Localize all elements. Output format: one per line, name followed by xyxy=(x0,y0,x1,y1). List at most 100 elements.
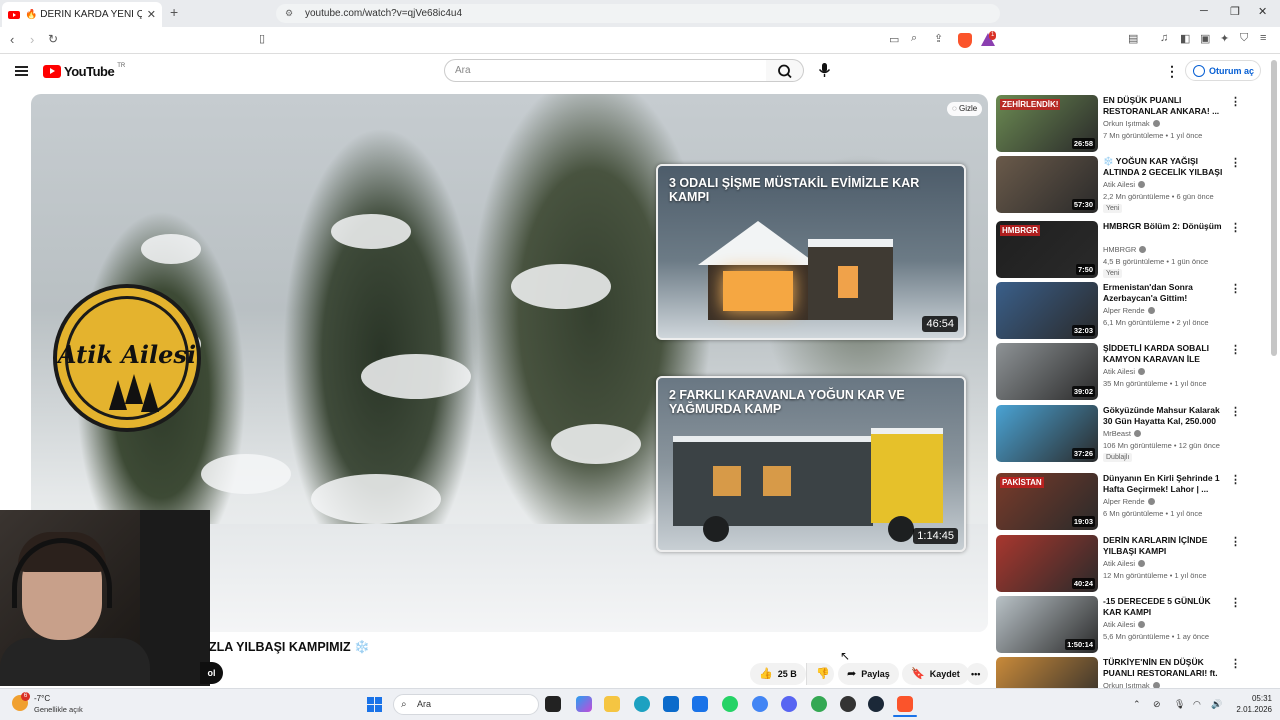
cast-icon[interactable]: ▭ xyxy=(889,33,899,46)
video-title[interactable]: Gökyüzünde Mahsur Kalarak 30 Gün Hayatta… xyxy=(1103,405,1225,427)
channel-name[interactable]: MrBeast xyxy=(1103,429,1141,438)
new-tab-icon[interactable]: + xyxy=(170,4,178,20)
video-thumbnail[interactable]: 40:24 xyxy=(996,535,1098,592)
channel-name[interactable]: Alper Rende xyxy=(1103,497,1155,506)
video-thumbnail[interactable]: 39:02 xyxy=(996,343,1098,400)
reader-mode-icon[interactable]: ▤ xyxy=(1128,32,1138,45)
bookmark-icon[interactable]: ▯ xyxy=(259,32,265,45)
sidebar-toggle-icon[interactable]: ◧ xyxy=(1180,32,1190,45)
site-info-icon[interactable]: ⚙ xyxy=(285,4,293,23)
task-view-icon[interactable] xyxy=(545,696,561,712)
channel-name[interactable]: Atik Ailesi xyxy=(1103,620,1146,629)
more-options-icon[interactable]: ⋮ xyxy=(1230,473,1241,486)
recommended-video[interactable]: 32:03 Ermenistan'dan Sonra Azerbaycan'a G… xyxy=(996,282,1246,340)
leo-ai-icon[interactable]: ✦ xyxy=(1220,32,1229,45)
video-thumbnail[interactable]: 32:03 xyxy=(996,282,1098,339)
more-options-icon[interactable]: ⋮ xyxy=(1230,535,1241,548)
video-title[interactable]: -15 DERECEDE 5 GÜNLÜK KAR KAMPI xyxy=(1103,596,1225,618)
url-bar[interactable]: ⚙ youtube.com/watch?v=qjVe68ic4u4 xyxy=(276,4,1000,23)
close-window-icon[interactable]: ✕ xyxy=(1258,5,1267,18)
video-thumbnail[interactable]: 1:50:14 xyxy=(996,596,1098,653)
search-input[interactable]: Ara xyxy=(444,59,767,82)
more-options-icon[interactable]: ⋮ xyxy=(1230,596,1241,609)
more-options-icon[interactable]: ⋮ xyxy=(1230,657,1241,670)
media-icon[interactable]: ♫ xyxy=(1160,32,1168,44)
channel-name[interactable]: Atik Ailesi xyxy=(1103,367,1146,376)
clock-time[interactable]: 05:31 xyxy=(1232,694,1272,703)
discord-icon[interactable] xyxy=(781,696,797,712)
more-options-icon[interactable]: ⋮ xyxy=(1230,221,1241,234)
back-icon[interactable]: ‹ xyxy=(10,32,14,47)
edge-icon[interactable] xyxy=(634,696,650,712)
zoom-icon[interactable]: ⌕ xyxy=(911,32,917,45)
guide-menu-icon[interactable] xyxy=(15,66,28,76)
start-button[interactable] xyxy=(367,697,382,712)
more-options-icon[interactable]: ⋮ xyxy=(1230,343,1241,356)
more-actions-button[interactable]: ••• xyxy=(966,663,988,685)
channel-name[interactable]: Atik Ailesi xyxy=(1103,559,1146,568)
recommended-video[interactable]: 37:26 Gökyüzünde Mahsur Kalarak 30 Gün Ha… xyxy=(996,405,1246,463)
vpn-icon[interactable]: ⛉ xyxy=(1240,32,1248,45)
video-thumbnail[interactable]: PAKİSTAN 19:03 xyxy=(996,473,1098,530)
more-options-icon[interactable]: ⋮ xyxy=(1230,95,1241,108)
recommended-video[interactable]: 40:24 DERİN KARLARIN İÇİNDE YILBAŞI KAMPI… xyxy=(996,535,1246,593)
wifi-icon[interactable]: ◠ xyxy=(1193,699,1201,710)
outlook-icon[interactable] xyxy=(692,696,708,712)
video-title[interactable]: DERİN KARLARIN İÇİNDE YILBAŞI KAMPI xyxy=(1103,535,1225,557)
file-explorer-icon[interactable] xyxy=(604,696,620,712)
forward-icon[interactable]: › xyxy=(30,32,34,47)
channel-name[interactable]: Atik Ailesi xyxy=(1103,180,1146,189)
chrome-icon[interactable] xyxy=(752,696,768,712)
share-page-icon[interactable]: ⇪ xyxy=(934,32,943,45)
recommended-video[interactable]: 39:02 ŞİDDETLİ KARDA SOBALI KAMYON KARAVA… xyxy=(996,343,1246,401)
video-title[interactable]: ❄️ YOĞUN KAR YAĞIŞI ALTINDA 2 GECELİK YI… xyxy=(1103,156,1225,178)
copilot-icon[interactable] xyxy=(576,696,592,712)
reload-icon[interactable]: ↻ xyxy=(48,32,58,46)
close-tab-icon[interactable]: ✕ xyxy=(147,8,156,21)
obs-icon[interactable] xyxy=(840,696,856,712)
more-options-icon[interactable]: ⋮ xyxy=(1230,405,1241,418)
hide-endcards-button[interactable]: ◌ Gizle xyxy=(947,102,983,116)
taskbar-search[interactable]: ⌕ Ara xyxy=(393,694,539,715)
search-button[interactable] xyxy=(766,59,804,82)
maximize-icon[interactable]: ❐ xyxy=(1230,5,1240,18)
recommended-video[interactable]: ZEHİRLENDİK! 26:58 EN DÜŞÜK PUANLI RESTORA… xyxy=(996,95,1246,153)
settings-more-icon[interactable]: ⋮ xyxy=(1165,63,1179,80)
tray-overflow-icon[interactable]: ⌃ xyxy=(1133,699,1141,710)
subscribe-button[interactable]: ol xyxy=(200,662,223,684)
video-thumbnail[interactable]: 37:26 xyxy=(996,405,1098,462)
brave-shields-icon[interactable] xyxy=(958,33,972,48)
steam-icon[interactable] xyxy=(868,696,884,712)
recommended-video[interactable]: PAKİSTAN 19:03 Dünyanın En Kirli Şehrinde … xyxy=(996,473,1246,531)
minimize-icon[interactable]: ─ xyxy=(1200,5,1208,17)
video-title[interactable]: ŞİDDETLİ KARDA SOBALI KAMYON KARAVAN İLE… xyxy=(1103,343,1225,365)
video-thumbnail[interactable]: 57:30 xyxy=(996,156,1098,213)
network-off-icon[interactable]: ⊘ xyxy=(1153,699,1161,710)
browser-tab[interactable]: 🔥 DERİN KARDA YENİ ÇADIRIM ✕ xyxy=(2,2,162,27)
brave-taskbar-icon[interactable] xyxy=(897,696,913,712)
clock-date[interactable]: 2.01.2026 xyxy=(1222,705,1272,714)
store-icon[interactable] xyxy=(663,696,679,712)
channel-name[interactable]: HMBRGR xyxy=(1103,245,1147,254)
more-options-icon[interactable]: ⋮ xyxy=(1230,282,1241,295)
video-title[interactable]: TÜRKİYE'NİN EN DÜŞÜK PUANLI RESTORANLARI… xyxy=(1103,657,1225,679)
more-options-icon[interactable]: ⋮ xyxy=(1230,156,1241,169)
endscreen-video-card[interactable]: 2 FARKLI KARAVANLA YOĞUN KAR VE YAĞMURDA… xyxy=(656,376,966,552)
share-button[interactable]: ➦ Paylaş xyxy=(838,663,899,685)
channel-name[interactable]: Orkun Işıtmak xyxy=(1103,119,1160,128)
endscreen-video-card[interactable]: 3 ODALI ŞİŞME MÜSTAKİL EVİMİZLE KAR KAMP… xyxy=(656,164,966,340)
video-title[interactable]: Dünyanın En Kirli Şehrinde 1 Hafta Geçir… xyxy=(1103,473,1225,495)
video-title[interactable]: Ermenistan'dan Sonra Azerbaycan'a Gittim… xyxy=(1103,282,1225,304)
browser-menu-icon[interactable]: ≡ xyxy=(1260,32,1266,44)
channel-name[interactable]: Alper Rende xyxy=(1103,306,1155,315)
sign-in-button[interactable]: Oturum aç xyxy=(1185,60,1261,81)
recommended-video[interactable]: HMBRGR 7:50 HMBRGR Bölüm 2: Dönüşüm HMBRGR 4… xyxy=(996,221,1246,279)
voice-search-button[interactable] xyxy=(812,59,836,82)
video-thumbnail[interactable]: ZEHİRLENDİK! 26:58 xyxy=(996,95,1098,152)
volume-icon[interactable]: 🔊 xyxy=(1211,699,1222,710)
save-button[interactable]: 🔖 Kaydet xyxy=(902,663,969,685)
youtube-logo[interactable]: YouTube TR xyxy=(43,63,125,79)
dislike-button[interactable]: 👎 xyxy=(806,663,834,685)
recommended-video[interactable]: 1:50:14 -15 DERECEDE 5 GÜNLÜK KAR KAMPI At… xyxy=(996,596,1246,654)
like-button[interactable]: 👍 25 B xyxy=(750,663,806,685)
